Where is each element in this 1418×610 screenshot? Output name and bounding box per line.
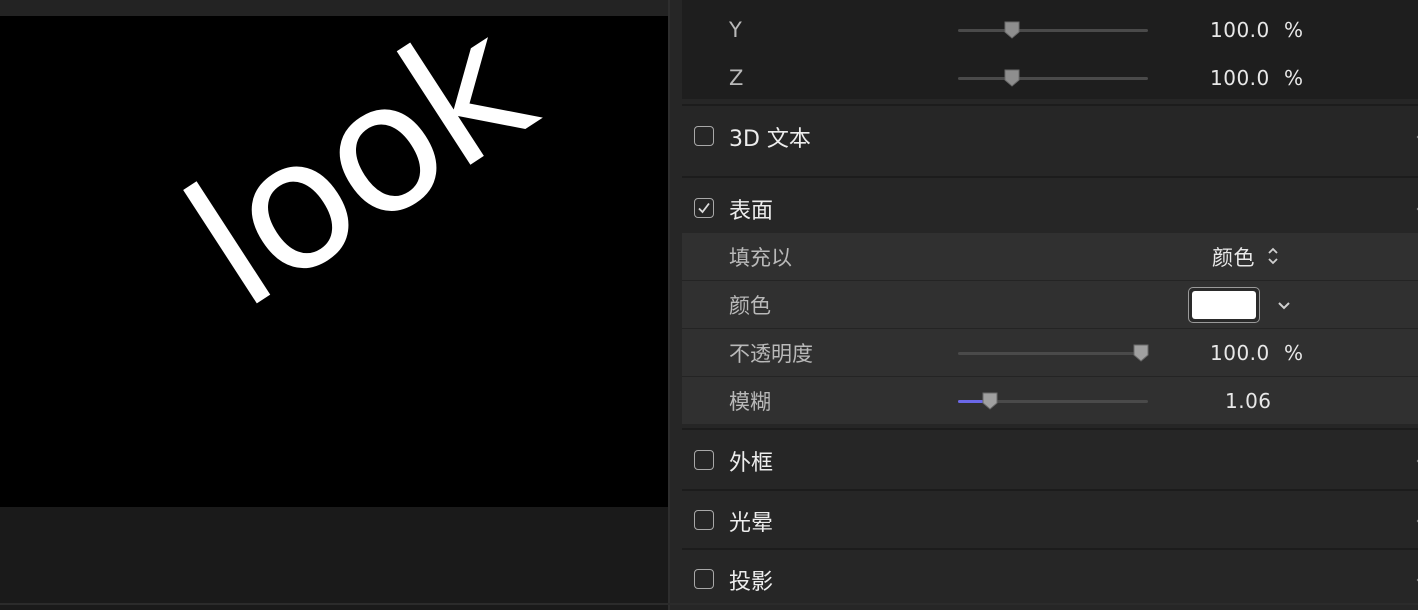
outline-title: 外框 xyxy=(729,451,774,476)
face-blur-value[interactable]: 1.06 xyxy=(1225,389,1272,413)
face-opacity-label: 不透明度 xyxy=(729,341,813,366)
section-drop-shadow[interactable]: 投影 xyxy=(682,551,1418,609)
section-3d-text[interactable]: 3D 文本 xyxy=(682,108,1418,166)
glow-title: 光晕 xyxy=(729,511,774,536)
scale-z-label: Z xyxy=(729,65,744,90)
scale-y-label: Y xyxy=(729,17,742,42)
3d-text-title: 3D 文本 xyxy=(729,127,811,152)
chevron-down-icon[interactable] xyxy=(1277,301,1291,311)
up-down-chevron-icon[interactable] xyxy=(1267,246,1279,266)
face-opacity-slider[interactable] xyxy=(958,344,1149,362)
face-color-row: 颜色 xyxy=(682,281,1418,328)
text-inspector: Y 100.0 % Z 100.0 % 3D 文本 表面 填充以 颜色 颜色 不… xyxy=(670,0,1418,610)
face-blur-row: 模糊 1.06 xyxy=(682,377,1418,424)
section-divider xyxy=(682,489,1418,491)
section-divider xyxy=(682,428,1418,430)
scale-z-slider-thumb[interactable] xyxy=(1003,68,1020,87)
scale-z-value[interactable]: 100.0 xyxy=(1210,66,1270,90)
face-opacity-row: 不透明度 100.0 % xyxy=(682,329,1418,376)
section-divider xyxy=(682,548,1418,550)
checkmark-icon xyxy=(698,202,710,214)
drop-shadow-title: 投影 xyxy=(729,570,774,595)
section-divider xyxy=(682,176,1418,178)
face-blur-slider-thumb[interactable] xyxy=(981,391,998,410)
scale-y-slider-thumb[interactable] xyxy=(1003,20,1020,39)
outline-checkbox[interactable] xyxy=(694,450,714,470)
section-outline[interactable]: 外框 xyxy=(682,432,1418,490)
fill-with-label: 填充以 xyxy=(729,245,792,270)
viewer-top-bar xyxy=(0,0,668,16)
3d-text-checkbox[interactable] xyxy=(694,126,714,146)
window-bottom-edge xyxy=(0,603,1418,605)
section-face[interactable]: 表面 xyxy=(682,180,1418,238)
drop-shadow-checkbox[interactable] xyxy=(694,569,714,589)
viewer-panel: look xyxy=(0,0,668,610)
fill-with-select[interactable]: 颜色 xyxy=(1212,242,1255,272)
face-blur-slider-fill xyxy=(958,399,983,403)
face-color-label: 颜色 xyxy=(729,293,771,318)
glow-checkbox[interactable] xyxy=(694,510,714,530)
scale-y-unit: % xyxy=(1284,17,1304,42)
canvas-title-text[interactable]: look xyxy=(153,16,563,348)
scale-z-row: Z 100.0 % xyxy=(682,54,1418,101)
face-checkbox[interactable] xyxy=(694,198,714,218)
viewer-bottom-bar xyxy=(0,507,668,610)
section-divider xyxy=(682,104,1418,106)
scale-y-value[interactable]: 100.0 xyxy=(1210,18,1270,42)
scale-y-row: Y 100.0 % xyxy=(682,6,1418,53)
scale-z-slider[interactable] xyxy=(958,69,1148,87)
face-opacity-slider-thumb[interactable] xyxy=(1132,343,1149,362)
face-title: 表面 xyxy=(729,199,774,224)
face-blur-slider[interactable] xyxy=(958,392,1148,410)
face-opacity-unit: % xyxy=(1284,340,1304,365)
section-glow[interactable]: 光晕 xyxy=(682,492,1418,550)
scale-y-slider[interactable] xyxy=(958,21,1148,39)
face-color-well[interactable] xyxy=(1188,286,1260,323)
viewer-canvas[interactable]: look xyxy=(0,16,668,507)
face-blur-label: 模糊 xyxy=(729,389,771,414)
face-color-swatch xyxy=(1192,290,1256,319)
face-opacity-value[interactable]: 100.0 xyxy=(1210,341,1270,365)
fill-with-row: 填充以 颜色 xyxy=(682,233,1418,280)
scale-z-unit: % xyxy=(1284,65,1304,90)
